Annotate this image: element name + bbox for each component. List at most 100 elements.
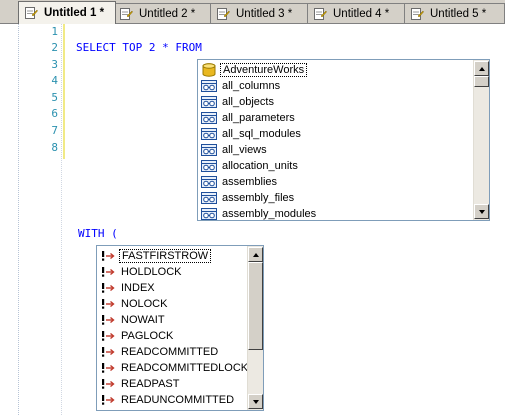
hint-icon bbox=[102, 347, 115, 357]
view-icon bbox=[201, 96, 217, 108]
code-line-with[interactable]: WITH ( bbox=[78, 227, 118, 240]
list-item-label: READUNCOMMITTED bbox=[121, 394, 235, 406]
list-item[interactable]: AdventureWorks bbox=[201, 62, 308, 78]
list-item-label: all_parameters bbox=[222, 112, 295, 124]
database-icon bbox=[202, 63, 216, 77]
list-item[interactable]: READCOMMITTEDLOCK bbox=[100, 360, 250, 376]
list-item-label: NOLOCK bbox=[121, 298, 168, 310]
list-item[interactable]: READCOMMITTED bbox=[100, 344, 220, 360]
table-hint-completion-list[interactable]: FASTFIRSTROW HOLDLOCK INDEX NOLOCK NOWAI… bbox=[96, 245, 264, 411]
line-number: 6 bbox=[51, 107, 58, 120]
list-item-label: all_columns bbox=[222, 80, 281, 92]
list-item-label: all_views bbox=[222, 144, 267, 156]
list-item[interactable]: FASTFIRSTROW bbox=[100, 248, 212, 264]
scroll-thumb[interactable] bbox=[474, 76, 489, 87]
list-item-label: NOWAIT bbox=[121, 314, 165, 326]
tab-untitled-2[interactable]: Untitled 2 * bbox=[113, 3, 214, 23]
scroll-up-button[interactable] bbox=[474, 61, 489, 76]
object-completion-list[interactable]: AdventureWorks all_columns all_objects a… bbox=[197, 59, 490, 221]
object-list-scrollbar[interactable] bbox=[473, 60, 489, 220]
query-document-icon bbox=[120, 7, 133, 20]
hint-icon bbox=[102, 251, 115, 261]
hint-icon bbox=[102, 299, 115, 309]
list-item[interactable]: READPAST bbox=[100, 376, 181, 392]
line-number: 5 bbox=[51, 91, 58, 104]
line-number: 7 bbox=[51, 124, 58, 137]
tab-label: Untitled 3 * bbox=[236, 7, 293, 20]
hint-icon bbox=[102, 315, 115, 325]
view-icon bbox=[201, 208, 217, 220]
list-item[interactable]: assembly_files bbox=[201, 190, 296, 206]
tab-label: Untitled 2 * bbox=[139, 7, 196, 20]
list-item[interactable]: READUNCOMMITTED bbox=[100, 392, 236, 408]
list-item[interactable]: INDEX bbox=[100, 280, 157, 296]
view-icon bbox=[201, 128, 217, 140]
list-item-label: PAGLOCK bbox=[121, 330, 174, 342]
list-item-label: assembly_files bbox=[222, 192, 295, 204]
list-item[interactable]: PAGLOCK bbox=[100, 328, 175, 344]
line-number: 3 bbox=[51, 58, 58, 71]
tab-untitled-1[interactable]: Untitled 1 * bbox=[18, 1, 116, 24]
list-item[interactable]: assemblies bbox=[201, 174, 279, 190]
gutter-divider bbox=[18, 24, 19, 415]
view-icon bbox=[201, 144, 217, 156]
hint-icon bbox=[102, 379, 115, 389]
list-item[interactable]: all_sql_modules bbox=[201, 126, 303, 142]
list-item[interactable]: all_objects bbox=[201, 94, 276, 110]
tab-untitled-3[interactable]: Untitled 3 * bbox=[210, 3, 310, 23]
list-item[interactable]: all_parameters bbox=[201, 110, 297, 126]
tab-label: Untitled 5 * bbox=[430, 7, 487, 20]
list-item-label: assembly_modules bbox=[222, 208, 317, 220]
list-item[interactable]: all_columns bbox=[201, 78, 282, 94]
view-icon bbox=[201, 160, 217, 172]
list-item-label: FASTFIRSTROW bbox=[119, 249, 212, 263]
line-number: 8 bbox=[51, 141, 58, 154]
arrow-down-icon bbox=[478, 209, 485, 214]
changed-lines-marker bbox=[63, 24, 65, 159]
hint-icon bbox=[102, 363, 115, 373]
list-item-label: all_sql_modules bbox=[222, 128, 301, 140]
hint-icon bbox=[102, 331, 115, 341]
view-icon bbox=[201, 80, 217, 92]
scroll-up-button[interactable] bbox=[248, 247, 263, 262]
list-item-label: AdventureWorks bbox=[220, 63, 308, 77]
list-item[interactable]: NOWAIT bbox=[100, 312, 167, 328]
scroll-down-button[interactable] bbox=[474, 204, 489, 219]
line-number: 1 bbox=[51, 25, 58, 38]
document-tab-strip: Untitled 2 * Untitled 3 * Untitled 4 * U… bbox=[0, 0, 505, 24]
line-number: 2 bbox=[51, 41, 58, 54]
hint-icon bbox=[102, 267, 115, 277]
tab-untitled-5[interactable]: Untitled 5 * bbox=[404, 3, 505, 23]
arrow-down-icon bbox=[252, 399, 259, 404]
hint-list-scrollbar[interactable] bbox=[247, 246, 263, 410]
list-item-label: INDEX bbox=[121, 282, 155, 294]
query-document-icon bbox=[217, 7, 230, 20]
list-item-label: all_objects bbox=[222, 96, 274, 108]
arrow-up-icon bbox=[478, 66, 485, 71]
list-item-label: READCOMMITTEDLOCK bbox=[121, 362, 249, 374]
list-item[interactable]: NOLOCK bbox=[100, 296, 169, 312]
code-line-select[interactable]: SELECT TOP 2 * FROM bbox=[76, 41, 202, 54]
tab-untitled-4[interactable]: Untitled 4 * bbox=[307, 3, 407, 23]
view-icon bbox=[201, 112, 217, 124]
query-document-icon bbox=[25, 7, 38, 19]
list-item[interactable]: HOLDLOCK bbox=[100, 264, 184, 280]
scroll-down-button[interactable] bbox=[248, 394, 263, 409]
list-item-label: READPAST bbox=[121, 378, 180, 390]
tab-label: Untitled 4 * bbox=[333, 7, 390, 20]
list-item[interactable]: assembly_modules bbox=[201, 206, 318, 220]
query-document-icon bbox=[411, 7, 424, 20]
line-number: 4 bbox=[51, 74, 58, 87]
arrow-up-icon bbox=[252, 252, 259, 257]
list-item[interactable]: all_views bbox=[201, 142, 269, 158]
margin-divider bbox=[61, 24, 62, 415]
hint-icon bbox=[102, 283, 115, 293]
query-document-icon bbox=[314, 7, 327, 20]
list-item-label: assemblies bbox=[222, 176, 278, 188]
scroll-thumb[interactable] bbox=[248, 262, 263, 350]
list-item-label: HOLDLOCK bbox=[121, 266, 182, 278]
list-item-label: allocation_units bbox=[222, 160, 298, 172]
list-item[interactable]: allocation_units bbox=[201, 158, 300, 174]
list-item-label: READCOMMITTED bbox=[121, 346, 219, 358]
view-icon bbox=[201, 176, 217, 188]
